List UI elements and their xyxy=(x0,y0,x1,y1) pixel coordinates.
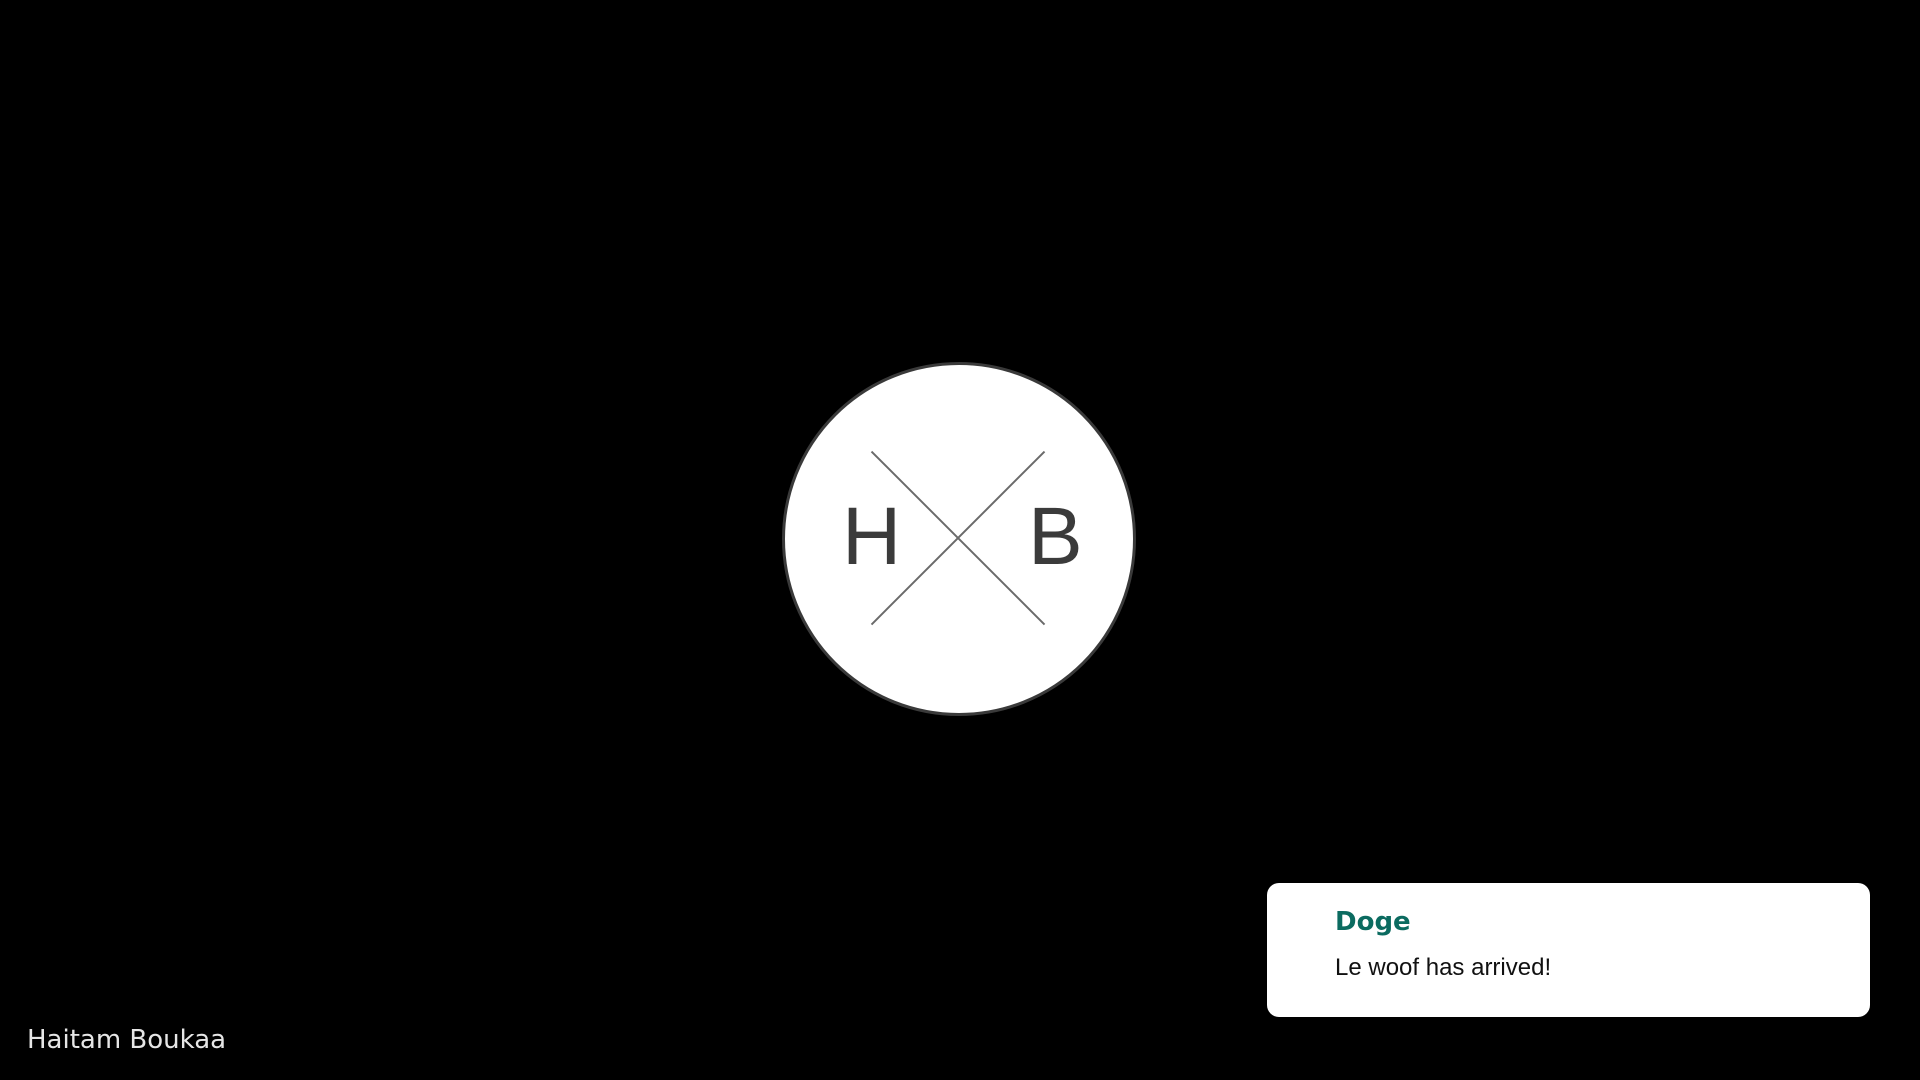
notification-toast[interactable]: Doge Le woof has arrived! xyxy=(1267,883,1870,1017)
author-name: Haitam Boukaa xyxy=(27,1025,227,1055)
notification-message: Le woof has arrived! xyxy=(1335,954,1552,981)
logo-letter-left: H xyxy=(842,491,902,582)
notification-title: Doge xyxy=(1335,907,1411,937)
logo-letter-right: B xyxy=(1028,491,1083,582)
hb-logo: H B xyxy=(782,362,1136,716)
